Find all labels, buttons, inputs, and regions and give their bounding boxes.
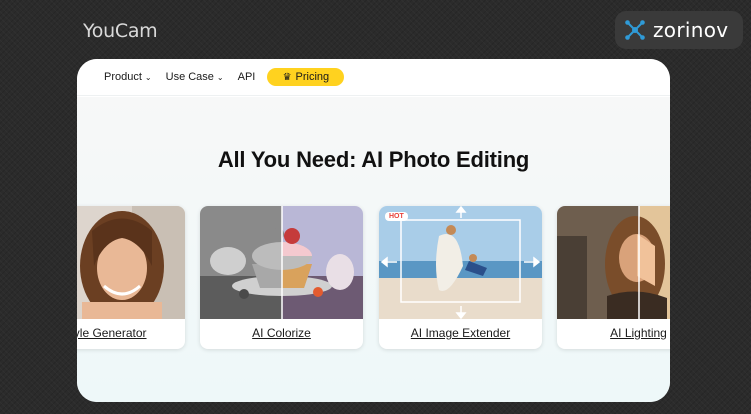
nav-product[interactable]: Product ⌄: [104, 71, 152, 83]
youcam-logo: YouCam: [83, 20, 158, 42]
website-window: Product ⌄ Use Case ⌄ API ♛ Pricing All Y…: [77, 59, 670, 402]
hero-section: All You Need: AI Photo Editing rstyle Ge…: [77, 97, 670, 402]
nav-api[interactable]: API: [238, 71, 256, 83]
card-thumbnail: HOT: [379, 206, 542, 319]
crown-icon: ♛: [282, 71, 292, 83]
hero-title: All You Need: AI Photo Editing: [217, 147, 530, 172]
zorinov-logo-icon: [625, 20, 645, 40]
card-thumbnail: [200, 206, 363, 319]
nav-api-label: API: [237, 71, 256, 83]
chevron-down-icon: ⌄: [144, 72, 152, 82]
card-ai-colorize[interactable]: AI Colorize: [200, 206, 363, 349]
card-ai-image-extender[interactable]: HOT AI Image Extender: [379, 206, 542, 349]
card-label: rstyle Generator: [77, 326, 147, 340]
card-hairstyle-generator[interactable]: rstyle Generator: [77, 206, 185, 349]
nav-use-case[interactable]: Use Case ⌄: [166, 71, 224, 83]
hot-badge: HOT: [385, 212, 408, 221]
pricing-label: Pricing: [295, 71, 330, 83]
brand-name: zorinov: [653, 18, 729, 42]
chevron-down-icon: ⌄: [216, 72, 224, 82]
card-thumbnail: [77, 206, 185, 319]
card-label: AI Colorize: [252, 326, 311, 340]
card-label: AI Lighting: [610, 326, 667, 340]
card-label: AI Image Extender: [410, 326, 511, 340]
nav-use-case-label: Use Case: [165, 71, 214, 83]
card-thumbnail: [557, 206, 670, 319]
pricing-button[interactable]: ♛ Pricing: [267, 68, 345, 86]
zorinov-badge: zorinov: [615, 11, 743, 49]
card-ai-lighting[interactable]: AI Lighting: [557, 206, 670, 349]
top-navbar: Product ⌄ Use Case ⌄ API ♛ Pricing: [77, 59, 670, 96]
nav-product-label: Product: [104, 71, 142, 83]
